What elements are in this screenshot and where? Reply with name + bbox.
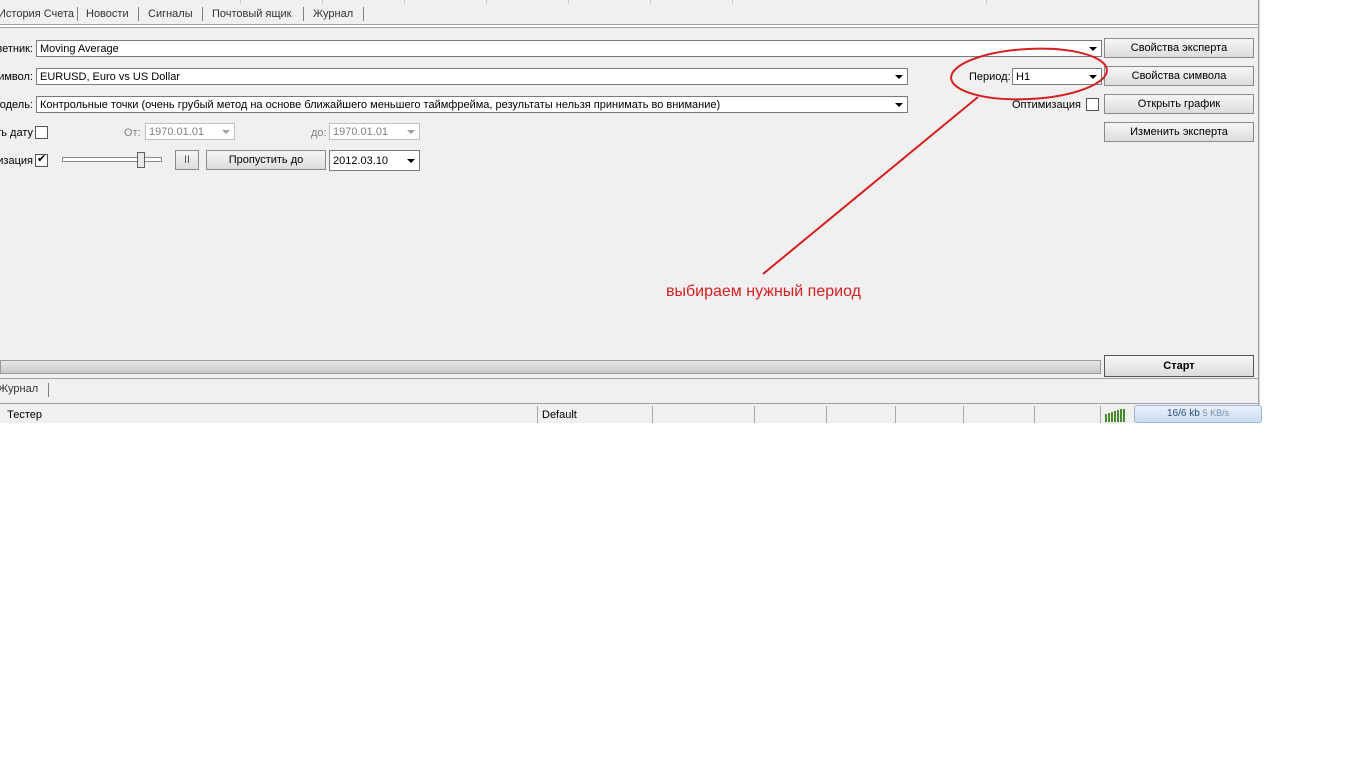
annotation-overlay	[762, 47, 1108, 275]
annotation-arrow-line	[762, 96, 979, 275]
period-highlight-ellipse	[950, 47, 1108, 101]
